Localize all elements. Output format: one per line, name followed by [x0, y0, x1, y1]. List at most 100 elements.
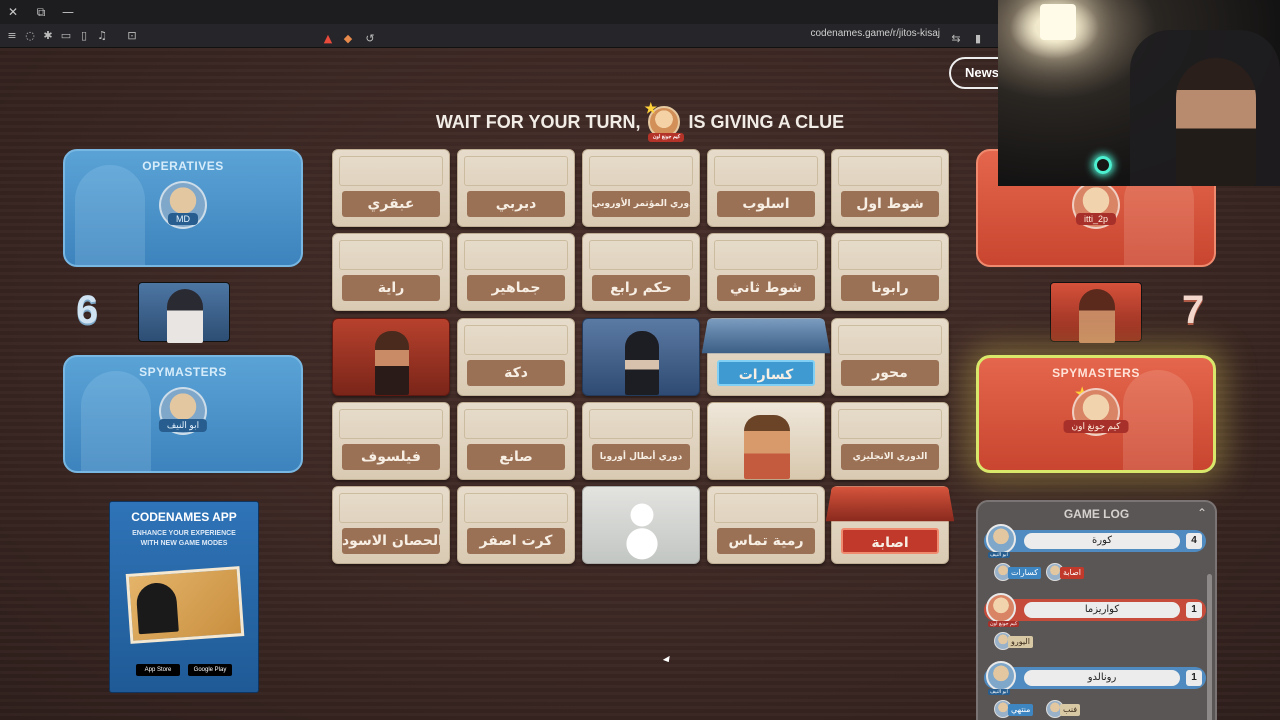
- card-word: صانع: [467, 444, 565, 470]
- red-agent-card: [1050, 282, 1142, 343]
- red-spymaster-name: كيم جونغ اون: [1063, 420, 1129, 433]
- game-log-scrollbar[interactable]: [1207, 574, 1212, 720]
- card-word: ديربي: [467, 191, 565, 217]
- word-card[interactable]: رابونا: [831, 233, 949, 311]
- app-ad-subtitle-line1: ENHANCE YOUR EXPERIENCE: [132, 530, 236, 537]
- card-agent-figure: [375, 331, 409, 395]
- card-word: محور: [841, 360, 939, 386]
- word-card[interactable]: راية: [332, 233, 450, 311]
- restore-window-icon[interactable]: ⧉: [33, 4, 49, 20]
- clue-entry: رونالدو 1 ابو النيف: [984, 661, 1206, 695]
- card-frame: [589, 240, 693, 270]
- bookmark-icon[interactable]: ▮: [970, 31, 986, 47]
- clue-entry: كورة 4 ابو النيف: [984, 524, 1206, 558]
- guess-word: منتهي: [1008, 704, 1034, 716]
- game-log[interactable]: GAME LOG ⌃ كورة 4 ابو النيف كسارات اصابة كوار…: [976, 500, 1217, 720]
- word-card[interactable]: [582, 486, 700, 564]
- url-text[interactable]: codenames.game/r/jitos-kisaj: [811, 28, 941, 39]
- agent-silhouette: [135, 581, 179, 635]
- card-frame: [714, 156, 818, 186]
- mouse-cursor: [662, 655, 673, 665]
- word-card[interactable]: صانع: [457, 402, 575, 480]
- word-card[interactable]: عبقري: [332, 149, 450, 227]
- clue-giver-name: كيم جونغ اون: [648, 133, 685, 142]
- star-icon: ★: [644, 100, 658, 116]
- word-card[interactable]: ديربي: [457, 149, 575, 227]
- clue-word: رونالدو: [1024, 670, 1180, 686]
- clue-giver-avatar: [986, 661, 1016, 691]
- card-frame: [714, 493, 818, 523]
- clue-giver-avatar: [986, 593, 1016, 623]
- minimize-window-icon[interactable]: —: [60, 4, 76, 20]
- word-card[interactable]: دوري أبطال أوروبا: [582, 402, 700, 480]
- red-spy-illustration: [1123, 370, 1193, 470]
- word-card[interactable]: جماهير: [457, 233, 575, 311]
- red-agent-figure: [1079, 289, 1115, 343]
- word-card[interactable]: اسلوب: [707, 149, 825, 227]
- card-frame: [464, 240, 568, 270]
- clue-number: 4: [1186, 533, 1202, 549]
- word-card[interactable]: [582, 318, 700, 396]
- word-card[interactable]: [707, 402, 825, 480]
- card-word: دوري أبطال أوروبا: [592, 444, 690, 470]
- translate-icon[interactable]: ⇆: [948, 31, 964, 47]
- red-spymasters-panel[interactable]: SPYMASTERS ★ كيم جونغ اون: [976, 355, 1216, 473]
- warning-icon: ▲: [323, 32, 333, 45]
- word-card[interactable]: الدوري الانجليزي: [831, 402, 949, 480]
- reload-icon[interactable]: ↺: [362, 31, 378, 47]
- card-frame: [838, 409, 942, 439]
- blue-spymaster-name: ابو النيف: [158, 419, 208, 432]
- app-ad-subtitle-line2: WITH NEW GAME MODES: [140, 540, 228, 547]
- word-card[interactable]: كرت اصفر: [457, 486, 575, 564]
- word-card[interactable]: حكم رابع: [582, 233, 700, 311]
- streamer: [1176, 58, 1256, 186]
- tab-icon[interactable]: ▭: [58, 28, 74, 44]
- word-card[interactable]: فيلسوف: [332, 402, 450, 480]
- card-word: شوط اول: [841, 191, 939, 217]
- google-play-badge[interactable]: Google Play: [188, 664, 232, 676]
- card-word: كرت اصفر: [467, 528, 565, 554]
- word-card[interactable]: محور: [831, 318, 949, 396]
- word-card[interactable]: [332, 318, 450, 396]
- music-icon[interactable]: ♫: [94, 28, 110, 44]
- clue-giver-name: ابو النيف: [988, 552, 1010, 558]
- app-store-badge[interactable]: App Store: [136, 664, 180, 676]
- word-card[interactable]: اصابة: [825, 486, 955, 564]
- card-frame: [339, 240, 443, 270]
- guess-word: فنب: [1060, 704, 1081, 716]
- word-card[interactable]: شوط اول: [831, 149, 949, 227]
- clue-giver-name: ابو النيف: [988, 689, 1010, 695]
- app-ad-image: [125, 566, 245, 644]
- game-log-title: GAME LOG: [1063, 507, 1130, 521]
- blue-operatives-panel[interactable]: OPERATIVES MD: [63, 149, 303, 267]
- card-reveal-flap: [701, 318, 831, 354]
- shield-icon[interactable]: ◌: [22, 28, 38, 44]
- extensions-icon[interactable]: ✱: [40, 28, 56, 44]
- card-word: جماهير: [467, 275, 565, 301]
- word-card[interactable]: شوط ثاني: [707, 233, 825, 311]
- menu-icon[interactable]: ≡: [4, 28, 20, 44]
- word-card[interactable]: رمية تماس: [707, 486, 825, 564]
- collapse-icon[interactable]: ⌃: [1197, 506, 1207, 520]
- brave-shield-icon[interactable]: ◆: [340, 31, 356, 47]
- codenames-app-ad[interactable]: CODENAMES APP ENHANCE YOUR EXPERIENCE WI…: [109, 501, 259, 693]
- word-card[interactable]: الحصان الاسود: [332, 486, 450, 564]
- card-frame: [339, 409, 443, 439]
- clue-giver-name: كيم جونغ اون: [988, 621, 1020, 627]
- card-word: رابونا: [841, 275, 939, 301]
- word-card[interactable]: دوري المؤتمر الأوروبي: [582, 149, 700, 227]
- card-frame: [464, 325, 568, 355]
- blue-spymasters-panel[interactable]: SPYMASTERS ابو النيف: [63, 355, 303, 473]
- sidebar-icon[interactable]: ▯: [76, 28, 92, 44]
- word-card[interactable]: كسارات: [701, 318, 831, 396]
- turn-status: WAIT FOR YOUR TURN, ★ كيم جونغ اون IS GI…: [330, 100, 950, 142]
- card-frame: [589, 409, 693, 439]
- screenshot-icon[interactable]: ⊡: [124, 28, 140, 44]
- close-window-icon[interactable]: ✕: [5, 4, 21, 20]
- word-card[interactable]: دكة: [457, 318, 575, 396]
- card-frame: [339, 493, 443, 523]
- card-word: اسلوب: [717, 191, 815, 217]
- lamp: [1040, 4, 1076, 40]
- card-word: رمية تماس: [717, 528, 815, 554]
- address-bar[interactable]: ▲ ◆ ↺ codenames.game/r/jitos-kisaj ⇆ ▮: [320, 27, 990, 45]
